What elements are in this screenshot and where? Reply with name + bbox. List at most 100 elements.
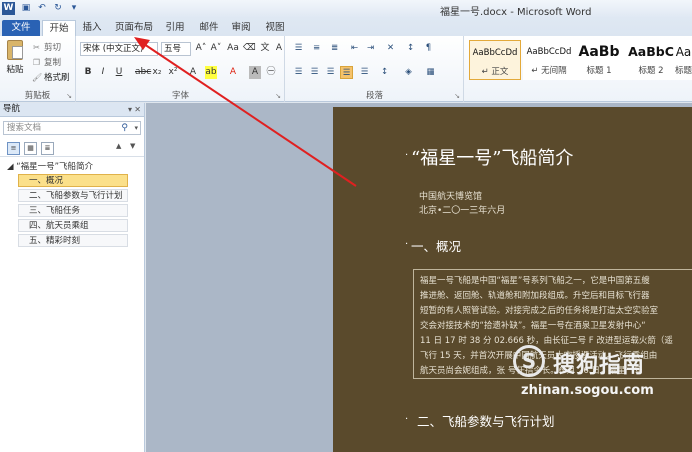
tab-mailings[interactable]: 邮件 [196,20,222,36]
tab-references[interactable]: 引用 [162,20,188,36]
style-name: 标题 [675,66,692,76]
style-no-spacing[interactable]: AaBbCcDd ↵ 无间隔 [523,40,575,80]
borders-icon[interactable]: ▦ [424,66,437,79]
style-heading-1[interactable]: AaBb 标题 1 [573,40,625,80]
tab-review[interactable]: 审阅 [228,20,254,36]
underline-icon[interactable]: U [113,66,125,79]
paste-button[interactable]: 粘贴 [4,40,26,86]
tab-file[interactable]: 文件 [2,20,40,36]
save-icon[interactable]: ▣ [20,2,32,14]
document-page[interactable]: · “福星一号”飞船简介 中国航天博览馆 北京•二〇一三年六月 · 一、概况 福… [333,107,692,452]
clear-format-icon[interactable]: ⌫ [243,42,256,55]
watermark-text: 搜狗指南 [553,353,646,378]
enclose-char-icon[interactable]: ㊀ [265,66,277,79]
style-title[interactable]: Aa 标题 [675,40,692,80]
section-heading-1[interactable]: 一、概况 [411,236,461,255]
search-placeholder: 搜索文档 [7,123,42,133]
tree-item-overview[interactable]: 一、概况 [18,174,128,187]
decrease-indent-icon[interactable]: ⇤ [348,42,361,55]
phonetic-guide-icon[interactable]: 文 [259,42,271,55]
tree-item-parameters[interactable]: 二、飞船参数与飞行计划 [18,189,128,202]
dialog-launcher-icon[interactable]: ↘ [66,92,72,100]
style-heading-2[interactable]: AaBbC 标题 2 [625,40,677,80]
tree-item-crew[interactable]: 四、航天员乘组 [18,219,128,232]
align-center-icon[interactable]: ☰ [308,66,321,79]
style-name: ↵ 正文 [481,67,509,77]
shading-icon[interactable]: ◈ [402,66,415,79]
tree-item-highlights[interactable]: 五、精彩时刻 [18,234,128,247]
line-spacing-icon[interactable]: ↕ [378,66,391,79]
style-preview: AaBb [578,44,620,60]
tab-insert[interactable]: 插入 [80,20,104,36]
undo-icon[interactable]: ↶ [36,2,48,14]
pane-options-icon[interactable]: ▾ [128,103,132,116]
title-bar: W ▣ ↶ ↻ ▾ 福星一号.docx - Microsoft Word [0,0,692,18]
redo-icon[interactable]: ↻ [52,2,64,14]
cut-button[interactable]: ✂ 剪切 [32,41,61,54]
shrink-font-icon[interactable]: A˅ [210,42,222,55]
navigation-pane-title: 导航 [3,104,21,114]
document-date[interactable]: 北京•二〇一三年六月 [419,203,505,216]
tree-root-label: “福星一号”飞船简介 [16,162,94,172]
char-shading-icon[interactable]: A [249,66,261,79]
copy-icon: ❐ [32,57,41,67]
chevron-down-icon[interactable]: ▾ [134,122,138,134]
align-left-icon[interactable]: ☰ [292,66,305,79]
font-name-select[interactable]: 宋体 (中文正文) [80,42,158,56]
bold-icon[interactable]: B [82,66,94,79]
document-author[interactable]: 中国航天博览馆 [419,189,482,202]
sort-icon[interactable]: ↕ [404,42,417,55]
show-marks-icon[interactable]: ¶ [422,42,435,55]
search-icon[interactable]: ⚲ [121,122,128,134]
text-effects-icon[interactable]: A [187,66,199,79]
distributed-icon[interactable]: ☰ [358,66,371,79]
search-document-input[interactable]: 搜索文档 ⚲ ▾ [3,121,141,135]
char-border-icon[interactable]: A [273,42,285,55]
style-name: ↵ 无间隔 [531,66,567,76]
increase-indent-icon[interactable]: ⇥ [364,42,377,55]
previous-heading-icon[interactable]: ▲ [116,142,121,150]
quick-access-toolbar: ▣ ↶ ↻ ▾ [20,2,80,14]
change-case-icon[interactable]: Aa [227,42,239,55]
collapse-icon[interactable]: ◢ [7,162,14,172]
bullets-icon[interactable]: ☰ [292,42,305,55]
tab-view[interactable]: 视图 [262,20,288,36]
headings-view-icon[interactable]: ≡ [7,142,20,155]
navigation-view-tabs: ≡ ▦ ≣ ▲ ▼ [0,139,144,157]
strikethrough-icon[interactable]: abc [135,66,151,79]
italic-icon[interactable]: I [97,66,109,79]
pages-view-icon[interactable]: ▦ [24,142,37,155]
align-right-icon[interactable]: ☰ [324,66,337,79]
tree-root-heading[interactable]: ◢ “福星一号”飞船简介 [0,161,144,174]
grow-font-icon[interactable]: A˄ [195,42,207,55]
close-icon[interactable]: ✕ [134,103,141,116]
style-preview: AaBbC [628,44,674,59]
subscript-icon[interactable]: x₂ [151,66,163,79]
multilevel-list-icon[interactable]: ≣ [328,42,341,55]
chinese-layout-icon[interactable]: ✕ [384,42,397,55]
tree-item-missions[interactable]: 三、飞船任务 [18,204,128,217]
numbering-icon[interactable]: ≡ [310,42,323,55]
dialog-launcher-icon[interactable]: ↘ [454,92,460,100]
superscript-icon[interactable]: x² [167,66,179,79]
document-title[interactable]: “福星一号”飞船简介 [411,144,573,170]
tab-home[interactable]: 开始 [42,20,76,36]
style-normal[interactable]: AaBbCcDd ↵ 正文 [469,40,521,80]
paste-label: 粘贴 [6,65,24,75]
section-heading-2[interactable]: 二、飞船参数与飞行计划 [417,411,555,430]
results-view-icon[interactable]: ≣ [41,142,54,155]
highlight-icon[interactable]: ab [205,66,217,79]
style-preview: AaBbCcDd [526,47,572,57]
copy-button[interactable]: ❐ 复制 [32,56,61,69]
tab-page-layout[interactable]: 页面布局 [112,20,156,36]
font-color-icon[interactable]: A [227,66,239,79]
document-area[interactable]: · “福星一号”飞船简介 中国航天博览馆 北京•二〇一三年六月 · 一、概况 福… [146,103,692,452]
customize-icon[interactable]: ▾ [68,2,80,14]
font-size-select[interactable]: 五号 [161,42,191,56]
word-app-icon[interactable]: W [2,2,15,15]
next-heading-icon[interactable]: ▼ [130,142,135,150]
format-painter-button[interactable]: 🖌 格式刷 [32,71,70,84]
format-painter-label: 格式刷 [44,73,70,83]
dialog-launcher-icon[interactable]: ↘ [275,92,281,100]
justify-icon[interactable]: ☰ [340,66,353,79]
